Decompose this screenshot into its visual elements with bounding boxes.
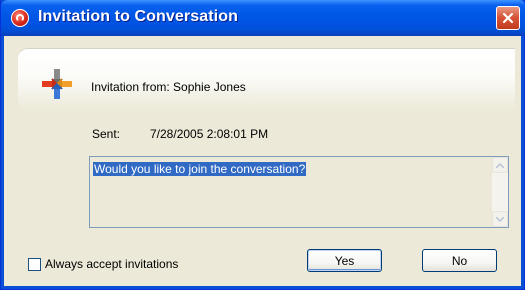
invitation-header-panel: Invitation from: Sophie Jones: [18, 48, 515, 111]
dialog-window: Invitation to Conversation Invitation fr…: [0, 0, 525, 290]
dialog-body: Invitation from: Sophie Jones Sent: 7/28…: [4, 36, 521, 286]
chevron-down-icon: [496, 216, 504, 222]
app-logo-icon: [11, 9, 29, 27]
message-textarea[interactable]: Would you like to join the conversation?: [89, 156, 509, 228]
yes-button[interactable]: Yes: [307, 249, 382, 272]
chevron-up-icon: [496, 162, 504, 168]
window-title: Invitation to Conversation: [38, 8, 238, 25]
always-accept-label[interactable]: Always accept invitations: [45, 257, 178, 271]
message-text[interactable]: Would you like to join the conversation?: [93, 162, 307, 176]
sent-label: Sent:: [92, 127, 121, 141]
scroll-up-button[interactable]: [492, 157, 508, 173]
sent-timestamp: 7/28/2005 2:08:01 PM: [150, 127, 269, 141]
always-accept-checkbox[interactable]: [28, 257, 41, 271]
conversation-icon: [42, 69, 72, 99]
close-button[interactable]: [496, 6, 520, 30]
title-bar[interactable]: Invitation to Conversation: [1, 0, 525, 36]
close-icon: [502, 12, 514, 24]
message-scrollbar[interactable]: [492, 157, 508, 227]
scroll-down-button[interactable]: [492, 211, 508, 227]
invitation-from-label: Invitation from: Sophie Jones: [91, 80, 246, 94]
always-accept-option[interactable]: Always accept invitations: [28, 257, 178, 271]
no-button[interactable]: No: [422, 249, 497, 272]
